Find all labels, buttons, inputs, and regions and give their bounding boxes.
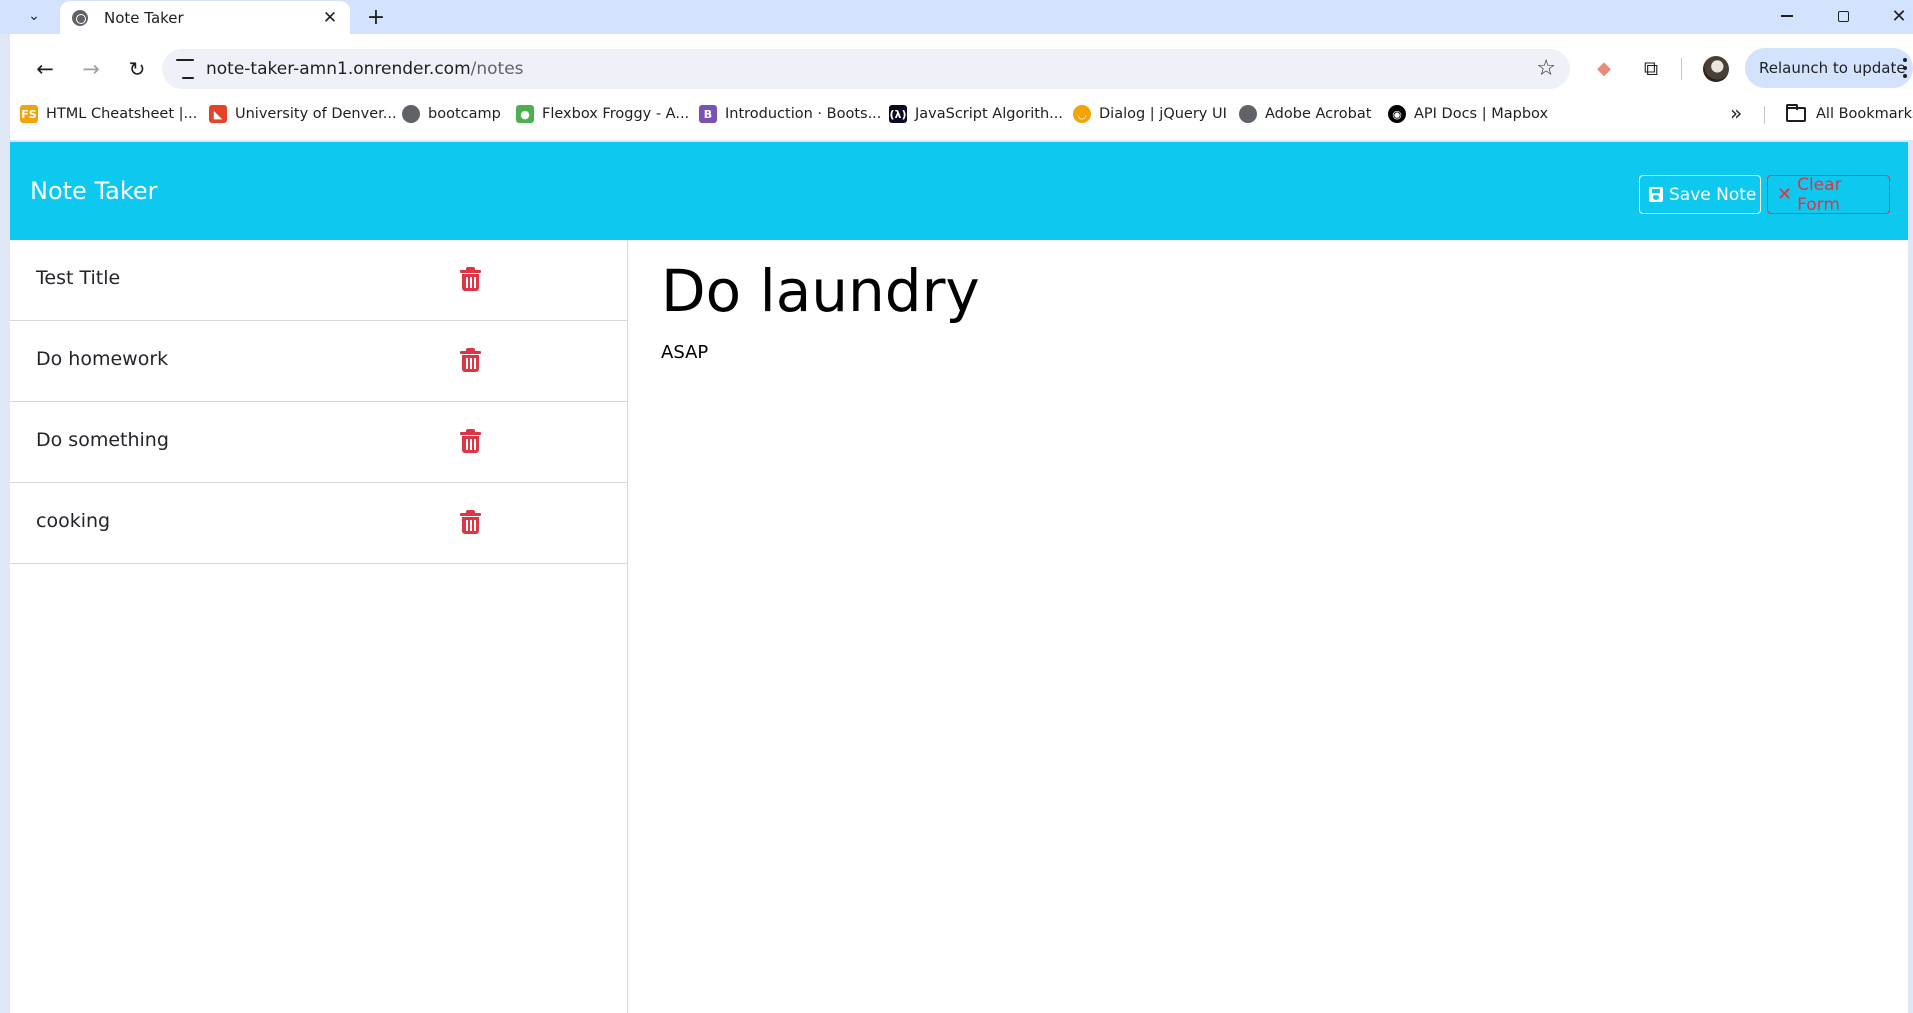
fs-icon: FS [20, 105, 38, 123]
bookmark-label: bootcamp [428, 106, 501, 122]
forward-button[interactable]: → [74, 52, 108, 86]
relaunch-label: Relaunch to update [1759, 59, 1906, 77]
bookmark-label: Dialog | jQuery UI [1099, 106, 1227, 122]
bookmarks-divider [1764, 106, 1765, 124]
bookmark-item[interactable]: ● Flexbox Froggy - A... [516, 101, 689, 127]
bookmark-item[interactable]: bootcamp [402, 101, 501, 127]
bookmark-label: API Docs | Mapbox [1414, 106, 1549, 122]
bookmark-label: Introduction · Boots... [725, 106, 882, 122]
list-item[interactable]: Test Title [10, 240, 627, 321]
tab-title: Note Taker [104, 8, 184, 27]
minimize-button[interactable] [1764, 0, 1810, 32]
trash-icon[interactable] [460, 510, 481, 534]
puzzle-icon[interactable]: ⧉ [1637, 54, 1665, 82]
url-path: /notes [470, 59, 524, 79]
reload-icon: ↻ [128, 57, 146, 81]
list-item[interactable]: Do homework [10, 321, 627, 402]
note-list-title: Test Title [36, 267, 121, 289]
note-list-title: Do homework [36, 348, 169, 370]
trash-icon[interactable] [460, 267, 481, 291]
note-editor: Do laundry ASAP [629, 240, 1908, 1013]
reload-button[interactable]: ↻ [120, 52, 154, 86]
mapbox-icon: ◉ [1388, 105, 1406, 123]
page-viewport: Note Taker Save Note ✕ Clear Form Test T… [10, 142, 1908, 1013]
bookmark-label: Flexbox Froggy - A... [542, 106, 690, 122]
bootstrap-icon: B [699, 105, 717, 123]
chevron-down-icon: ⌄ [28, 8, 40, 24]
bookmark-item[interactable]: B Introduction · Boots... [699, 101, 881, 127]
profile-avatar[interactable] [1703, 56, 1729, 82]
browser-window: ⌄ Note Taker ✕ + ✕ ← → ↻ note-taker-amn1… [0, 0, 1913, 1013]
all-bookmarks-button[interactable]: All Bookmarks [1786, 101, 1913, 127]
maximize-button[interactable] [1820, 0, 1866, 32]
clear-form-label: Clear Form [1797, 174, 1842, 215]
save-note-label: Save Note [1669, 184, 1757, 205]
toolbar-divider [1681, 58, 1682, 80]
close-icon: ✕ [1777, 184, 1793, 205]
bookmark-star-icon[interactable]: ☆ [1536, 56, 1556, 81]
bookmark-item[interactable]: Adobe Acrobat [1239, 101, 1371, 127]
save-note-button[interactable]: Save Note [1639, 175, 1761, 214]
bookmarks-bar: FS HTML Cheatsheet |... ◣ University of … [10, 96, 1913, 132]
note-list: Test Title Do homework Do something cook… [10, 240, 628, 1013]
app-brand[interactable]: Note Taker [30, 177, 158, 205]
tab-strip: ⌄ Note Taker ✕ + ✕ [0, 0, 1913, 34]
trash-icon[interactable] [460, 348, 481, 372]
note-text-area[interactable]: ASAP [661, 342, 708, 363]
arrow-right-icon: → [82, 57, 100, 81]
bookmark-item[interactable]: (λ) JavaScript Algorith... [889, 101, 1063, 127]
trash-icon[interactable] [460, 429, 481, 453]
more-bookmarks-icon[interactable]: » [1730, 101, 1742, 125]
tab-search-button[interactable]: ⌄ [18, 1, 50, 31]
globe-icon [72, 9, 88, 26]
more-menu-icon[interactable] [1903, 58, 1907, 78]
gitlab-icon: ◣ [209, 105, 227, 123]
bookmark-label: JavaScript Algorith... [915, 106, 1064, 122]
list-item[interactable]: Do something [10, 402, 627, 483]
close-tab-icon[interactable]: ✕ [318, 6, 342, 30]
new-tab-button[interactable]: + [362, 3, 390, 31]
bookmark-item[interactable]: ◣ University of Denver... [209, 101, 397, 127]
bookmark-item[interactable]: ◉ API Docs | Mapbox [1388, 101, 1548, 127]
url-host: note-taker-amn1.onrender.com [206, 59, 471, 79]
globe-icon [1239, 105, 1257, 123]
bookmark-label: HTML Cheatsheet |... [46, 106, 198, 122]
save-icon [1649, 187, 1663, 202]
folder-icon [1786, 103, 1806, 122]
bookmark-label: University of Denver... [235, 106, 397, 122]
browser-toolbar: ← → ↻ note-taker-amn1.onrender.com/notes… [10, 34, 1913, 140]
globe-icon [402, 105, 420, 123]
frog-icon: ● [516, 105, 534, 123]
tab-note-taker[interactable]: Note Taker ✕ [60, 1, 350, 34]
all-bookmarks-label: All Bookmarks [1816, 106, 1913, 122]
back-button[interactable]: ← [28, 52, 62, 86]
address-bar[interactable]: note-taker-amn1.onrender.com/notes ☆ [162, 49, 1570, 89]
site-info-icon[interactable] [176, 59, 198, 79]
restore-icon [1837, 10, 1849, 22]
arrow-left-icon: ← [36, 57, 54, 81]
relaunch-button[interactable]: Relaunch to update [1745, 48, 1913, 88]
list-item[interactable]: cooking [10, 483, 627, 564]
fcc-icon: (λ) [889, 105, 907, 123]
bookmark-label: Adobe Acrobat [1265, 106, 1372, 122]
app-navbar: Note Taker Save Note ✕ Clear Form [10, 142, 1908, 240]
window-close-button[interactable]: ✕ [1876, 0, 1913, 32]
note-title-input[interactable]: Do laundry [661, 257, 980, 325]
clear-form-button[interactable]: ✕ Clear Form [1767, 174, 1890, 215]
minimize-icon [1781, 15, 1793, 17]
jquery-icon: ◡ [1073, 105, 1091, 123]
bookmark-item[interactable]: FS HTML Cheatsheet |... [20, 101, 197, 127]
url-text: note-taker-amn1.onrender.com/notes [206, 59, 524, 79]
note-list-title: cooking [36, 510, 111, 532]
bookmark-item[interactable]: ◡ Dialog | jQuery UI [1073, 101, 1227, 127]
extension-icon[interactable]: ◆ [1590, 54, 1618, 82]
note-list-title: Do something [36, 429, 169, 451]
